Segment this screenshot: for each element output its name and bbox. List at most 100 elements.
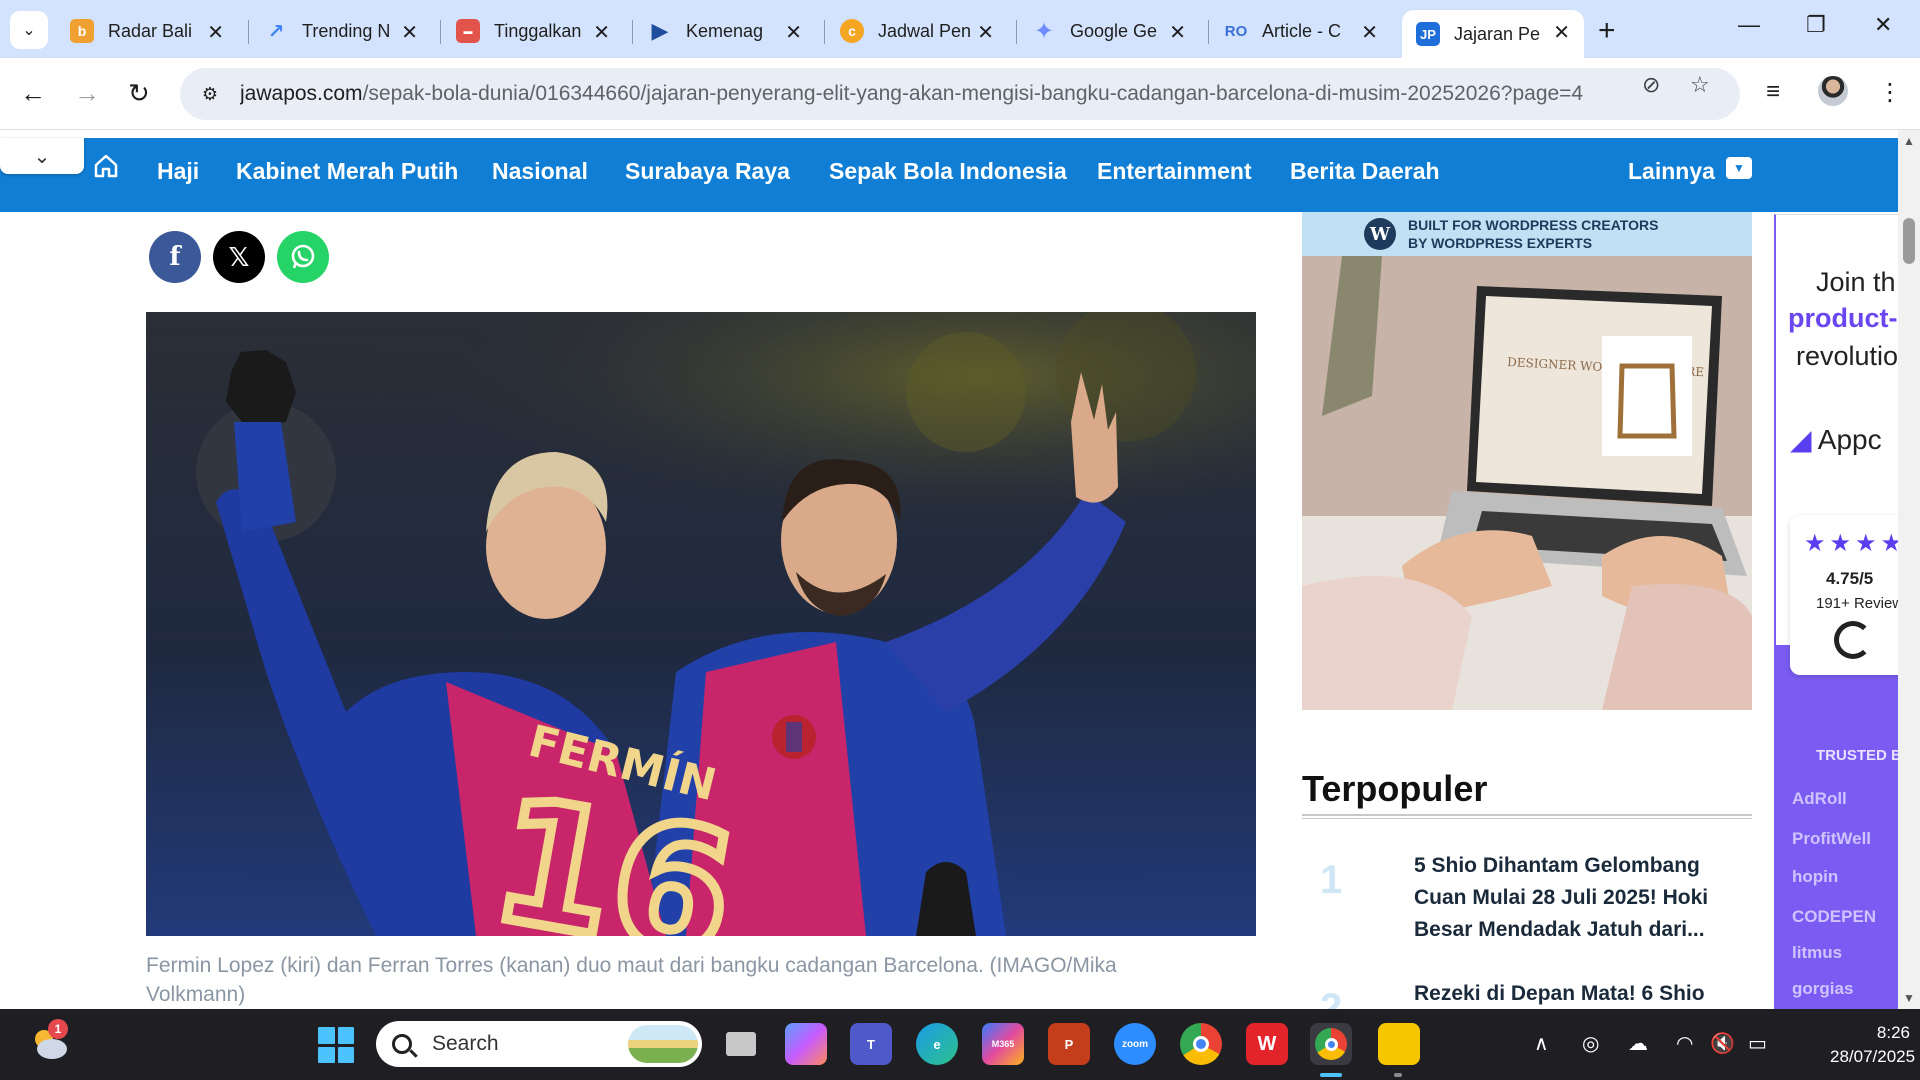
jawapos-icon: JP [1416,22,1440,46]
chevron-down-icon: ⌄ [22,22,36,39]
tab-jajaran-penyerang[interactable]: JP Jajaran Pe ✕ [1402,10,1584,58]
advertisement-banner[interactable]: W BUILT FOR WORDPRESS CREATORS BY WORDPRE… [1302,212,1752,710]
jadwal-icon: c [840,19,864,43]
battery-icon[interactable]: ▭ [1748,1031,1767,1056]
tab-radar-bali[interactable]: b Radar Bali ✕ [56,10,238,52]
nav-kabinet-merah-putih[interactable]: Kabinet Merah Putih [236,158,458,185]
bookmark-star-icon[interactable]: ☆ [1690,72,1710,98]
system-clock[interactable]: 8:26 28/07/2025 [1830,1021,1915,1069]
home-icon[interactable] [92,152,120,180]
tab-trending[interactable]: ↗ Trending N ✕ [250,10,432,52]
tab-divider [632,20,633,44]
site-info-icon[interactable]: ⚙ [198,82,222,106]
nav-surabaya-raya[interactable]: Surabaya Raya [625,158,790,185]
tab-search-button[interactable]: ⌄ [10,11,48,49]
appcues-logo-icon: ◢ [1790,424,1812,455]
zoom-icon[interactable]: zoom [1114,1023,1156,1065]
nav-sepak-bola-indonesia[interactable]: Sepak Bola Indonesia [829,158,1067,185]
wps-office-icon[interactable]: W [1246,1023,1288,1065]
scroll-up-arrow-icon[interactable]: ▲ [1903,134,1915,148]
reload-icon: ↻ [128,78,150,108]
reload-button[interactable]: ↻ [128,78,150,109]
tab-tinggalkan[interactable]: ▬ Tinggalkan ✕ [442,10,624,52]
trending-chart-icon: ↗ [267,20,285,43]
client-logo-hopin: hopin [1792,867,1839,886]
teams-icon[interactable]: T [850,1023,892,1065]
whatsapp-icon [291,244,315,269]
restore-button[interactable]: ❐ [1806,12,1826,38]
restore-icon: ❐ [1806,12,1826,37]
volume-muted-icon[interactable]: 🔇 [1710,1031,1735,1056]
onedrive-cloud-icon[interactable]: ☁ [1628,1031,1648,1056]
close-icon[interactable]: ✕ [1553,20,1570,45]
tab-google-gemini[interactable]: ✦ Google Ge ✕ [1018,10,1200,52]
media-control-icon[interactable]: ≡ [1766,78,1780,106]
g2-logo-icon [1834,621,1872,659]
menu-kebab-icon[interactable]: ⋮ [1878,78,1902,107]
profile-avatar[interactable] [1816,74,1850,108]
tray-app-icon[interactable]: ◎ [1582,1031,1599,1056]
tab-divider [1208,20,1209,44]
forward-button[interactable]: → [74,78,100,109]
address-bar[interactable]: ⚙ jawapos.com/sepak-bola-dunia/016344660… [180,68,1740,120]
nav-berita-daerah[interactable]: Berita Daerah [1290,158,1440,185]
windows-logo-icon [318,1046,335,1063]
ad-headline-line2: BY WORDPRESS EXPERTS [1408,235,1593,251]
client-logo-gorgias: gorgias [1792,979,1854,998]
share-whatsapp-button[interactable] [277,231,329,283]
article-page: f 𝕏 FERMÍN 16 Fermin Lopez (kiri) dan Fe… [0,212,1898,1009]
collapse-nav-button[interactable]: ⌄ [0,138,84,174]
close-icon[interactable]: ✕ [977,20,994,45]
tracking-protection-icon[interactable]: ⊘ [1642,72,1660,98]
scroll-down-arrow-icon[interactable]: ▼ [1903,991,1915,1005]
nav-haji[interactable]: Haji [157,158,199,185]
new-tab-button[interactable]: + [1598,14,1616,48]
nav-lainnya[interactable]: Lainnya [1628,158,1715,185]
task-view-icon[interactable] [720,1023,762,1065]
side-advertisement[interactable]: Join th product- revolutio ◢ Appc ★★★★ 4… [1774,214,1898,1009]
taskbar-search-box[interactable]: Search [376,1021,702,1067]
caret-down-icon[interactable]: ▼ [1726,157,1752,179]
start-button[interactable] [318,1027,354,1063]
powerpoint-icon[interactable]: P [1048,1023,1090,1065]
close-icon[interactable]: ✕ [1361,20,1378,45]
wifi-icon[interactable]: ◠ [1676,1031,1693,1056]
tray-chevron-up-icon[interactable]: ∧ [1534,1031,1549,1056]
nav-nasional[interactable]: Nasional [492,158,588,185]
minimize-button[interactable]: — [1738,12,1760,38]
tab-title: Jadwal Pen [878,20,972,41]
close-icon[interactable]: ✕ [207,20,224,45]
tab-kemenag[interactable]: ▶ Kemenag ✕ [634,10,816,52]
scrollbar-thumb[interactable] [1903,218,1915,264]
popular-item-link[interactable]: 5 Shio Dihantam Gelombang Cuan Mulai 28 … [1414,850,1746,946]
close-window-button[interactable]: ✕ [1874,12,1892,38]
tab-article[interactable]: RO Article - C ✕ [1210,10,1392,52]
share-facebook-button[interactable]: f [149,231,201,283]
microsoft-365-icon[interactable]: M365 [982,1023,1024,1065]
search-icon [392,1034,412,1054]
close-icon[interactable]: ✕ [401,20,418,45]
copilot-icon[interactable] [785,1023,827,1065]
close-icon[interactable]: ✕ [785,20,802,45]
image-caption: Fermin Lopez (kiri) dan Ferran Torres (k… [146,954,1117,1006]
popular-item-link[interactable]: Rezeki di Depan Mata! 6 Shio [1414,978,1746,1009]
url-text[interactable]: jawapos.com/sepak-bola-dunia/016344660/j… [240,82,1640,106]
close-icon[interactable]: ✕ [593,20,610,45]
edge-icon[interactable]: e [916,1023,958,1065]
nav-entertainment[interactable]: Entertainment [1097,158,1252,185]
sticky-notes-icon[interactable] [1378,1023,1420,1065]
windows-taskbar: 1 Search T e M365 P zoom W ∧ ◎ ☁ ◠ 🔇 ▭ 8… [0,1009,1920,1080]
tab-jadwal[interactable]: c Jadwal Pen ✕ [826,10,1008,52]
arrow-left-icon: ← [20,78,46,108]
page-scrollbar[interactable]: ▲ ▼ [1898,130,1920,1009]
chrome-icon[interactable] [1180,1023,1222,1065]
chrome-profile-icon[interactable] [1310,1023,1352,1065]
back-button[interactable]: ← [20,78,46,109]
browser-toolbar: ← → ↻ ⚙ jawapos.com/sepak-bola-dunia/016… [0,58,1920,130]
wordpress-logo-icon: W [1364,218,1396,250]
close-icon[interactable]: ✕ [1169,20,1186,45]
tab-divider [1016,20,1017,44]
tab-divider [824,20,825,44]
popular-rank: 2 [1320,986,1343,1009]
share-x-button[interactable]: 𝕏 [213,231,265,283]
